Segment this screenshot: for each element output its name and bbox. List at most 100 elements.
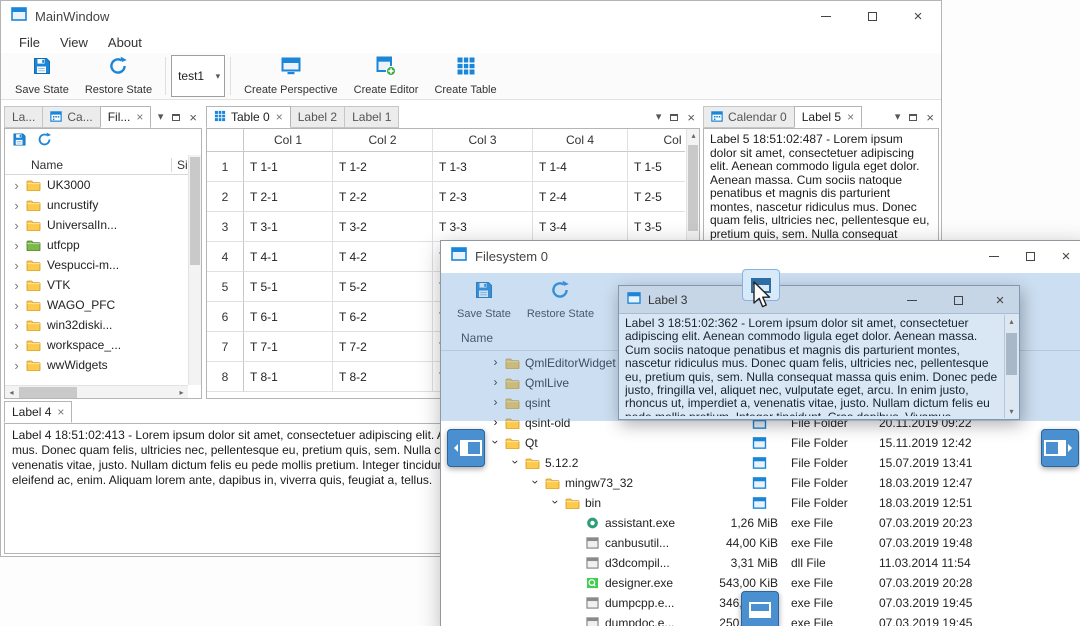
expand-icon[interactable]: › xyxy=(10,239,23,252)
tree-item[interactable]: › mingw73_32 File Folder 18.03.2019 12:47 xyxy=(441,473,1080,493)
tree-item[interactable]: › wwWidgets xyxy=(5,355,188,375)
column-header[interactable]: Col 4 xyxy=(533,129,628,152)
table-cell[interactable]: T 3-2 xyxy=(333,212,433,242)
expand-icon[interactable]: › xyxy=(529,476,543,489)
restore-state-icon[interactable] xyxy=(37,132,52,152)
close-group-icon[interactable]: × xyxy=(189,111,197,124)
scrollbar-thumb[interactable] xyxy=(190,157,200,265)
scroll-left-icon[interactable]: ◂ xyxy=(5,386,18,398)
tab-close-icon[interactable]: × xyxy=(276,110,283,124)
tree-item[interactable]: › UK3000 xyxy=(5,175,188,195)
close-group-icon[interactable]: × xyxy=(926,111,934,124)
tab-filesystem[interactable]: Fil... × xyxy=(99,106,152,128)
table-cell[interactable]: T 6-1 xyxy=(244,302,333,332)
table-cell[interactable]: T 3-3 xyxy=(433,212,533,242)
restore-state-button[interactable]: Restore State xyxy=(77,55,160,98)
minimize-button[interactable] xyxy=(976,241,1012,271)
table-cell[interactable]: T 5-1 xyxy=(244,272,333,302)
maximize-button[interactable] xyxy=(849,1,895,31)
table-cell[interactable]: T 2-3 xyxy=(433,182,533,212)
tree-item[interactable]: › uncrustify xyxy=(5,195,188,215)
scrollbar-thumb[interactable] xyxy=(19,387,77,398)
scrollbar-thumb[interactable] xyxy=(688,145,698,231)
row-header[interactable]: 4 xyxy=(207,242,244,272)
tab-label5[interactable]: Label 5 × xyxy=(793,106,863,128)
menu-about[interactable]: About xyxy=(98,31,152,53)
table-cell[interactable]: T 3-5 xyxy=(628,212,685,242)
table-cell[interactable]: T 1-4 xyxy=(533,152,628,182)
table-cell[interactable]: T 4-1 xyxy=(244,242,333,272)
detach-group-icon[interactable] xyxy=(909,113,918,121)
menu-file[interactable]: File xyxy=(9,31,50,53)
expand-icon[interactable]: › xyxy=(10,319,23,332)
table-cell[interactable]: T 1-5 xyxy=(628,152,685,182)
row-header[interactable]: 1 xyxy=(207,152,244,182)
close-button[interactable]: × xyxy=(895,1,941,31)
tree-header[interactable]: Name Size xyxy=(5,155,201,175)
tree-item[interactable]: › bin File Folder 18.03.2019 12:51 xyxy=(441,493,1080,513)
table-cell[interactable]: T 5-2 xyxy=(333,272,433,302)
tabs-menu-icon[interactable]: ▾ xyxy=(895,111,901,123)
tab-label2[interactable]: Label 2 xyxy=(289,106,346,128)
tab-calendar0[interactable]: Calendar 0 xyxy=(703,106,795,128)
tab-label0[interactable]: La... xyxy=(4,106,44,128)
expand-icon[interactable]: › xyxy=(549,496,563,509)
tree-item[interactable]: › workspace_... xyxy=(5,335,188,355)
column-header[interactable]: Col 1 xyxy=(244,129,333,152)
minimize-button[interactable] xyxy=(895,286,929,314)
close-button[interactable]: × xyxy=(983,286,1017,314)
main-titlebar[interactable]: MainWindow × xyxy=(1,1,941,31)
table-cell[interactable]: T 2-4 xyxy=(533,182,628,212)
table-cell[interactable]: T 2-2 xyxy=(333,182,433,212)
expand-icon[interactable]: › xyxy=(10,339,23,352)
column-header[interactable]: Col 5 xyxy=(628,129,685,152)
table-cell[interactable]: T 1-2 xyxy=(333,152,433,182)
tab-calendar[interactable]: Ca... xyxy=(42,106,101,128)
tree-item[interactable]: › UniversalIn... xyxy=(5,215,188,235)
perspective-combo[interactable]: test1 ▾ xyxy=(171,55,226,97)
column-header-name[interactable]: Name xyxy=(31,158,63,172)
table-cell[interactable]: T 4-2 xyxy=(333,242,433,272)
vertical-scrollbar[interactable]: ▴ ▾ xyxy=(1004,315,1018,418)
tabs-menu-icon[interactable]: ▾ xyxy=(656,111,662,123)
row-header[interactable]: 3 xyxy=(207,212,244,242)
close-button[interactable]: × xyxy=(1048,241,1080,271)
column-header[interactable]: Col 2 xyxy=(333,129,433,152)
table-cell[interactable]: T 8-1 xyxy=(244,362,333,392)
table-cell[interactable]: T 3-1 xyxy=(244,212,333,242)
row-header[interactable]: 8 xyxy=(207,362,244,392)
table-cell[interactable]: T 7-1 xyxy=(244,332,333,362)
scroll-down-icon[interactable]: ▾ xyxy=(1005,405,1018,418)
tree-item[interactable]: designer.exe 543,00 KiB exe File 07.03.2019… xyxy=(441,573,1080,593)
menu-view[interactable]: View xyxy=(50,31,98,53)
maximize-button[interactable] xyxy=(1012,241,1048,271)
column-header[interactable]: Col 3 xyxy=(433,129,533,152)
close-group-icon[interactable]: × xyxy=(687,111,695,124)
tab-label1[interactable]: Label 1 xyxy=(344,106,400,128)
tree-item[interactable]: › Vespucci-m... xyxy=(5,255,188,275)
row-header[interactable]: 7 xyxy=(207,332,244,362)
row-header[interactable]: 5 xyxy=(207,272,244,302)
scroll-right-icon[interactable]: ▸ xyxy=(175,386,188,398)
create-editor-button[interactable]: Create Editor xyxy=(346,55,427,98)
tree-item[interactable]: › win32diski... xyxy=(5,315,188,335)
tabs-menu-icon[interactable]: ▾ xyxy=(158,111,164,123)
table-cell[interactable]: T 2-5 xyxy=(628,182,685,212)
row-header[interactable]: 6 xyxy=(207,302,244,332)
table-cell[interactable]: T 8-2 xyxy=(333,362,433,392)
vertical-scrollbar[interactable] xyxy=(188,155,201,385)
tree-item[interactable]: › 5.12.2 File Folder 15.07.2019 13:41 xyxy=(441,453,1080,473)
tree-item[interactable]: assistant.exe 1,26 MiB exe File 07.03.2019 … xyxy=(441,513,1080,533)
dock-indicator-bottom[interactable] xyxy=(741,591,779,626)
tree-item[interactable]: canbusutil... 44,00 KiB exe File 07.03.2019… xyxy=(441,533,1080,553)
table-corner[interactable] xyxy=(207,129,244,152)
minimize-button[interactable] xyxy=(803,1,849,31)
expand-icon[interactable]: › xyxy=(10,299,23,312)
row-header[interactable]: 2 xyxy=(207,182,244,212)
create-perspective-button[interactable]: Create Perspective xyxy=(236,55,346,98)
maximize-button[interactable] xyxy=(941,286,975,314)
horizontal-scrollbar[interactable]: ◂ ▸ xyxy=(5,385,188,398)
table-cell[interactable]: T 7-2 xyxy=(333,332,433,362)
table-cell[interactable]: T 1-1 xyxy=(244,152,333,182)
expand-icon[interactable]: › xyxy=(10,259,23,272)
